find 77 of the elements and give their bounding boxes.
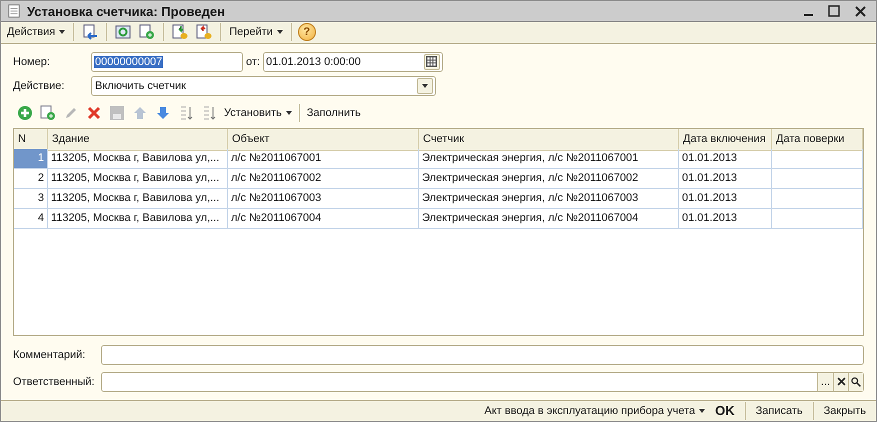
table-cell: л/с №2011067004 xyxy=(228,208,419,228)
sort-icon xyxy=(201,104,217,120)
arrow-up-icon xyxy=(132,104,148,120)
document-coins-icon xyxy=(196,24,212,40)
close-icon xyxy=(854,6,866,16)
field-label: Ответственный: xyxy=(13,376,96,388)
field-label: Комментарий: xyxy=(13,348,86,360)
table-cell: Электрическая энергия, л/с №2011067003 xyxy=(419,188,679,208)
ok-button[interactable]: OK xyxy=(713,403,737,418)
column-header[interactable]: Здание xyxy=(48,128,228,150)
document-icon xyxy=(7,3,21,19)
calendar-button[interactable] xyxy=(424,54,440,70)
table-cell: л/с №2011067003 xyxy=(228,188,419,208)
column-header[interactable]: Объект xyxy=(228,128,419,150)
table-cell: л/с №2011067001 xyxy=(228,148,419,168)
close-button[interactable]: Закрыть xyxy=(822,404,868,417)
table-cell: Электрическая энергия, л/с №2011067001 xyxy=(419,148,679,168)
table-cell: 113205, Москва г, Вавилова ул,... xyxy=(48,188,228,208)
column-header[interactable]: Дата поверки xyxy=(772,128,863,150)
search-button[interactable] xyxy=(848,372,863,390)
table-cell: Электрическая энергия, л/с №2011067002 xyxy=(419,168,679,188)
document-plus-icon xyxy=(139,24,156,40)
search-icon xyxy=(851,376,861,386)
calendar-icon xyxy=(426,56,438,67)
table-cell: Электрическая энергия, л/с №2011067004 xyxy=(419,208,679,228)
caret-icon xyxy=(59,30,66,34)
window-title: Установка счетчика: Проведен xyxy=(27,4,226,18)
set-menu[interactable]: Установить xyxy=(222,106,294,118)
row-number: 1 xyxy=(14,148,48,168)
document-arrow-icon xyxy=(82,24,98,40)
column-header[interactable]: Дата включения xyxy=(679,128,772,150)
table-cell: 01.01.2013 xyxy=(679,168,772,188)
refresh-icon xyxy=(115,24,132,40)
sort-icon xyxy=(178,104,194,120)
caret-icon xyxy=(699,408,706,413)
table-cell: л/с №2011067002 xyxy=(228,168,419,188)
column-header[interactable]: Счетчик xyxy=(419,128,679,150)
clear-button[interactable] xyxy=(833,372,848,390)
row-number: 3 xyxy=(14,188,48,208)
plus-icon xyxy=(17,104,33,120)
table-cell: 01.01.2013 xyxy=(679,208,772,228)
save-button[interactable]: Записать xyxy=(754,404,805,417)
help-button[interactable]: ? xyxy=(298,23,316,42)
close-icon xyxy=(86,104,102,120)
responsible-field[interactable]: ... xyxy=(101,372,864,392)
document-plus-icon xyxy=(40,104,56,120)
goto-menu[interactable]: Перейти xyxy=(227,26,285,38)
table-cell: 113205, Москва г, Вавилова ул,... xyxy=(48,168,228,188)
field-label: Действие: xyxy=(13,80,66,92)
action-dropdown[interactable]: Включить счетчик xyxy=(91,76,436,96)
table-cell: 113205, Москва г, Вавилова ул,... xyxy=(48,208,228,228)
actions-menu[interactable]: Действия xyxy=(5,26,68,38)
maximize-icon xyxy=(828,5,840,17)
copy-row-button[interactable] xyxy=(38,102,58,122)
field-label: Номер: xyxy=(13,56,51,68)
choose-button[interactable]: ... xyxy=(817,372,833,390)
field-label: от: xyxy=(246,56,260,68)
fill-button[interactable]: Заполнить xyxy=(304,106,363,118)
print-menu[interactable]: Акт ввода в эксплуатацию прибора учета xyxy=(482,404,708,417)
document-coins-icon xyxy=(172,24,188,40)
row-number: 2 xyxy=(14,168,48,188)
row-number: 4 xyxy=(14,208,48,228)
number-value: 00000000007 xyxy=(94,56,164,68)
minimize-icon xyxy=(804,14,812,16)
comment-field[interactable] xyxy=(101,344,864,364)
table-cell: 01.01.2013 xyxy=(679,188,772,208)
close-icon xyxy=(836,377,846,386)
caret-icon xyxy=(276,30,283,34)
table-cell: 01.01.2013 xyxy=(679,148,772,168)
arrow-down-icon xyxy=(155,104,171,120)
number-field[interactable]: 00000000007 xyxy=(91,52,243,72)
dropdown-button[interactable] xyxy=(417,78,433,94)
caret-icon xyxy=(422,84,428,88)
table-cell: 113205, Москва г, Вавилова ул,... xyxy=(48,148,228,168)
column-header[interactable]: N xyxy=(14,128,48,150)
caret-icon xyxy=(286,110,292,114)
date-field[interactable]: 01.01.2013 0:00:00 xyxy=(262,52,443,72)
